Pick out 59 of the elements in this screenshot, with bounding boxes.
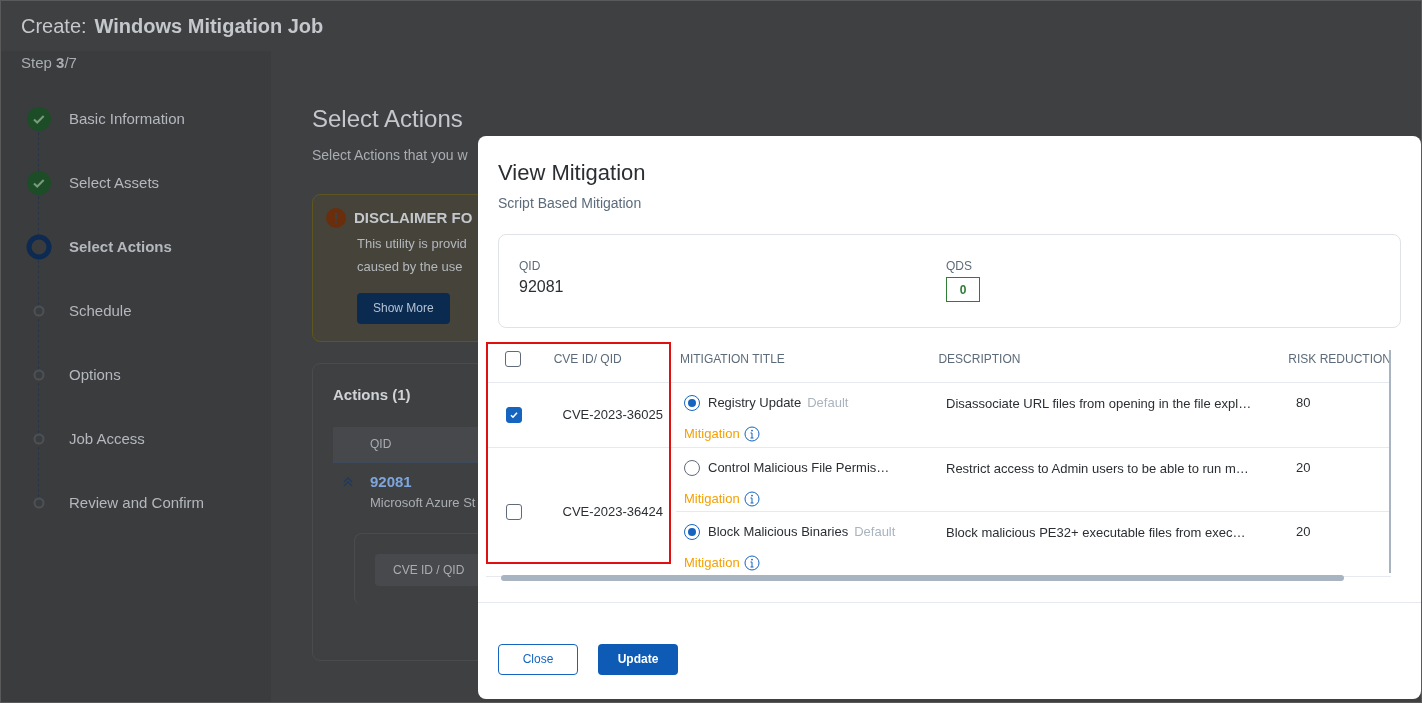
show-more-button[interactable]: Show More: [357, 292, 450, 324]
mitigation-type: Mitigation: [684, 554, 740, 572]
modal-subtitle: Script Based Mitigation: [498, 194, 642, 213]
mitigation-title: Registry Update: [708, 394, 802, 413]
info-icon[interactable]: [743, 554, 760, 571]
column-header: CVE ID/ QID: [553, 351, 622, 366]
horizontal-scrollbar[interactable]: [501, 575, 1344, 581]
default-tag: Default: [854, 522, 896, 542]
check-icon: [508, 410, 519, 420]
description-text: Disassociate URL files from opening in the file expl…: [946, 396, 1252, 411]
info-icon[interactable]: [743, 425, 760, 442]
modal-title: View Mitigation: [498, 159, 646, 187]
mitigation-title: Block Malicious Binaries: [708, 523, 849, 542]
disclaimer-text: This utility is provid: [357, 234, 467, 253]
step-label[interactable]: Select Assets: [69, 171, 160, 195]
qid-value: 92081: [519, 277, 564, 297]
checkbox[interactable]: [505, 504, 522, 520]
page-title: Windows Mitigation Job: [94, 14, 324, 39]
qid-label: QID: [519, 258, 541, 275]
step-label[interactable]: Select Actions: [69, 235, 172, 259]
qid-link[interactable]: 92081: [370, 470, 412, 493]
cve-id: CVE-2023-36424: [562, 503, 663, 522]
warning-icon: [326, 208, 346, 229]
step-label[interactable]: Basic Information: [69, 107, 185, 131]
actions-title: Actions (1): [333, 385, 411, 405]
column-header: QID: [370, 436, 392, 453]
qid-name: Microsoft Azure St: [370, 494, 476, 512]
risk-reduction-value: 20: [1296, 459, 1311, 478]
cve-id: CVE-2023-36025: [562, 406, 663, 425]
step-label[interactable]: Schedule: [69, 299, 132, 323]
mitigation-type: Mitigation: [684, 490, 740, 508]
step-label[interactable]: Review and Confirm: [69, 491, 205, 515]
column-header: RISK REDUCTION: [1288, 351, 1391, 366]
disclaimer-text: caused by the use: [357, 258, 463, 276]
info-icon[interactable]: [743, 490, 760, 507]
section-title: Select Actions: [312, 104, 463, 134]
qds-label: QDS: [946, 258, 972, 275]
disclaimer-title: DISCLAIMER FO: [354, 208, 473, 228]
risk-reduction-value: 20: [1296, 523, 1311, 542]
checkbox[interactable]: [505, 407, 522, 423]
checkbox[interactable]: [505, 350, 522, 367]
close-button[interactable]: Close: [498, 643, 578, 675]
qds-badge: 0: [946, 277, 980, 302]
vertical-scrollbar[interactable]: [1389, 350, 1391, 573]
mitigation-type: Mitigation: [684, 425, 740, 443]
description-text: Restrict access to Admin users to be able to run m…: [946, 461, 1249, 476]
default-tag: Default: [807, 393, 849, 413]
page-title-prefix: Create:: [21, 14, 87, 39]
step-label[interactable]: Options: [69, 363, 121, 387]
column-header: DESCRIPTION: [938, 351, 1021, 366]
mitigation-title: Control Malicious File Permis…: [708, 459, 890, 478]
column-header: MITIGATION TITLE: [679, 351, 785, 366]
description-text: Block malicious PE32+ executable files from exec…: [946, 525, 1246, 540]
step-counter: Step 3/7: [21, 54, 77, 71]
risk-reduction-value: 80: [1296, 394, 1311, 413]
section-subtitle: Select Actions that you w: [312, 146, 468, 165]
update-button[interactable]: Update: [598, 643, 678, 675]
step-label[interactable]: Job Access: [69, 427, 145, 451]
column-header: CVE ID / QID: [393, 561, 465, 579]
